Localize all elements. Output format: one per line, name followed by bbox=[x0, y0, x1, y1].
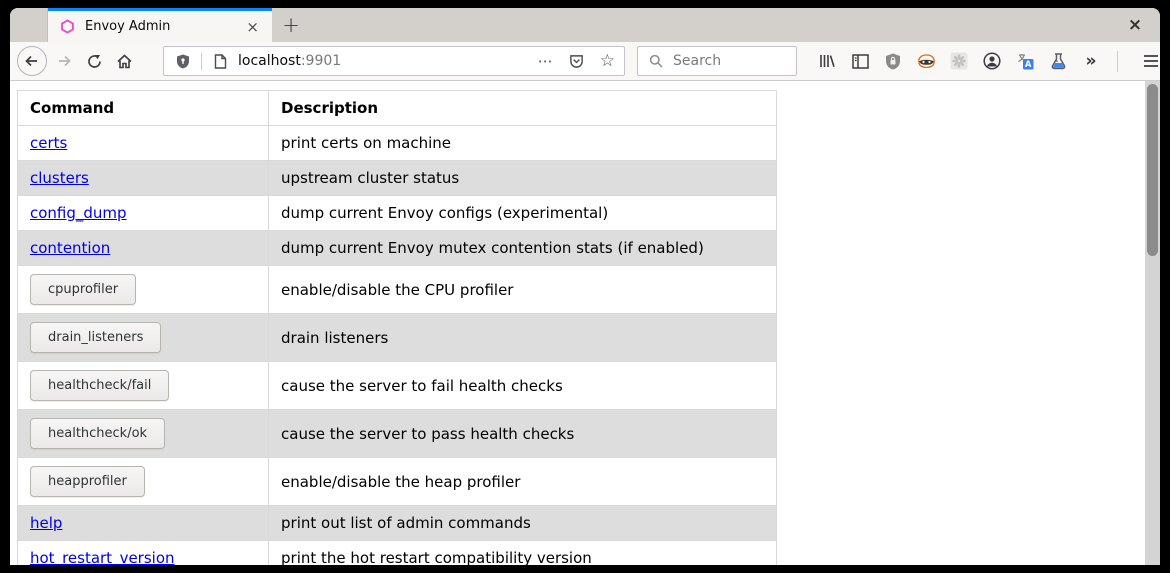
tab-title: Envoy Admin bbox=[85, 19, 234, 34]
column-header-description: Description bbox=[269, 91, 777, 126]
command-cell: heapprofiler bbox=[18, 458, 269, 506]
command-cell: cpuprofiler bbox=[18, 266, 269, 314]
tracking-protection-shield-icon[interactable] bbox=[173, 51, 193, 71]
reload-button[interactable] bbox=[79, 46, 109, 76]
tab-close-icon[interactable]: × bbox=[242, 18, 263, 36]
privacy-mask-extension-icon[interactable] bbox=[916, 51, 936, 71]
command-button-healthcheck/ok[interactable]: healthcheck/ok bbox=[30, 418, 165, 449]
url-text[interactable]: localhost:9901 bbox=[238, 53, 538, 69]
command-cell: healthcheck/fail bbox=[18, 362, 269, 410]
tab-bar: Envoy Admin × + × bbox=[10, 8, 1160, 42]
back-button[interactable] bbox=[17, 46, 47, 76]
table-row: certs print certs on machine bbox=[18, 126, 777, 161]
menu-icon[interactable] bbox=[1141, 51, 1160, 71]
description-cell: drain listeners bbox=[269, 314, 777, 362]
tab-envoy-admin[interactable]: Envoy Admin × bbox=[48, 8, 272, 42]
command-link-hot_restart_version[interactable]: hot_restart_version bbox=[30, 549, 175, 565]
browser-window: Envoy Admin × + × localhost:9901 bbox=[10, 8, 1160, 565]
command-link-contention[interactable]: contention bbox=[30, 239, 110, 257]
library-icon[interactable] bbox=[817, 51, 837, 71]
table-row: hot_restart_version print the hot restart… bbox=[18, 541, 777, 566]
table-row: drain_listeners drain listeners bbox=[18, 314, 777, 362]
description-cell: enable/disable the CPU profiler bbox=[269, 266, 777, 314]
disabled-extension-icon[interactable] bbox=[949, 51, 969, 71]
tabbar-empty-space bbox=[310, 8, 1110, 42]
url-host: localhost bbox=[238, 53, 301, 69]
sidebars-icon[interactable] bbox=[850, 51, 870, 71]
command-link-config_dump[interactable]: config_dump bbox=[30, 204, 127, 222]
page-actions-icon[interactable]: ⋯ bbox=[538, 52, 554, 70]
address-bar[interactable]: localhost:9901 ⋯ ☆ bbox=[163, 46, 625, 76]
command-link-clusters[interactable]: clusters bbox=[30, 169, 89, 187]
command-cell: certs bbox=[18, 126, 269, 161]
admin-commands-table: Command Description certs print certs on … bbox=[17, 90, 777, 565]
envoy-favicon-icon bbox=[57, 17, 77, 37]
column-header-command: Command bbox=[18, 91, 269, 126]
table-row: config_dump dump current Envoy configs (e… bbox=[18, 196, 777, 231]
url-port: :9901 bbox=[301, 53, 341, 69]
description-cell: dump current Envoy mutex contention stat… bbox=[269, 231, 777, 266]
command-cell: hot_restart_version bbox=[18, 541, 269, 566]
flask-extension-icon[interactable] bbox=[1048, 51, 1068, 71]
table-row: help print out list of admin commands bbox=[18, 506, 777, 541]
page-info-icon[interactable] bbox=[210, 51, 230, 71]
overflow-chevron-icon[interactable]: » bbox=[1081, 51, 1101, 71]
description-cell: dump current Envoy configs (experimental… bbox=[269, 196, 777, 231]
forward-button[interactable] bbox=[49, 46, 79, 76]
table-header-row: Command Description bbox=[18, 91, 777, 126]
toolbar-separator bbox=[1117, 51, 1118, 72]
command-table-body: certs print certs on machine clusters upstr… bbox=[18, 126, 777, 566]
command-button-cpuprofiler[interactable]: cpuprofiler bbox=[30, 274, 136, 305]
table-row: heapprofiler enable/disable the heap prof… bbox=[18, 458, 777, 506]
description-cell: enable/disable the heap profiler bbox=[269, 458, 777, 506]
search-icon bbox=[646, 51, 666, 71]
command-cell: config_dump bbox=[18, 196, 269, 231]
translate-extension-icon[interactable]: A bbox=[1015, 51, 1035, 71]
urlbar-separator bbox=[201, 53, 202, 70]
table-row: healthcheck/fail cause the server to fail… bbox=[18, 362, 777, 410]
table-row: clusters upstream cluster status bbox=[18, 161, 777, 196]
titlebar-spacer bbox=[10, 8, 48, 42]
command-link-certs[interactable]: certs bbox=[30, 134, 67, 152]
description-cell: print the hot restart compatibility vers… bbox=[269, 541, 777, 566]
shield-lock-extension-icon[interactable] bbox=[883, 51, 903, 71]
vertical-scrollbar[interactable] bbox=[1145, 81, 1160, 565]
command-button-heapprofiler[interactable]: heapprofiler bbox=[30, 466, 145, 497]
new-tab-button[interactable]: + bbox=[272, 8, 310, 42]
command-cell: healthcheck/ok bbox=[18, 410, 269, 458]
command-button-drain_listeners[interactable]: drain_listeners bbox=[30, 322, 161, 353]
command-cell: drain_listeners bbox=[18, 314, 269, 362]
bookmark-star-icon[interactable]: ☆ bbox=[600, 51, 615, 71]
description-cell: upstream cluster status bbox=[269, 161, 777, 196]
command-cell: help bbox=[18, 506, 269, 541]
search-bar[interactable] bbox=[637, 46, 797, 76]
description-cell: print out list of admin commands bbox=[269, 506, 777, 541]
scrollbar-thumb[interactable] bbox=[1147, 84, 1158, 256]
command-cell: contention bbox=[18, 231, 269, 266]
table-row: contention dump current Envoy mutex conte… bbox=[18, 231, 777, 266]
search-input[interactable] bbox=[673, 53, 773, 69]
command-button-healthcheck/fail[interactable]: healthcheck/fail bbox=[30, 370, 169, 401]
page-content: Command Description certs print certs on … bbox=[10, 81, 1160, 565]
table-row: cpuprofiler enable/disable the CPU profil… bbox=[18, 266, 777, 314]
command-cell: clusters bbox=[18, 161, 269, 196]
description-cell: print certs on machine bbox=[269, 126, 777, 161]
pocket-icon[interactable] bbox=[567, 51, 587, 71]
command-link-help[interactable]: help bbox=[30, 514, 62, 532]
description-cell: cause the server to fail health checks bbox=[269, 362, 777, 410]
navigation-toolbar: localhost:9901 ⋯ ☆ bbox=[10, 42, 1160, 81]
account-icon[interactable] bbox=[982, 51, 1002, 71]
table-row: healthcheck/ok cause the server to pass h… bbox=[18, 410, 777, 458]
svg-text:A: A bbox=[1025, 60, 1032, 70]
window-close-button[interactable]: × bbox=[1110, 8, 1160, 42]
home-button[interactable] bbox=[109, 46, 139, 76]
description-cell: cause the server to pass health checks bbox=[269, 410, 777, 458]
